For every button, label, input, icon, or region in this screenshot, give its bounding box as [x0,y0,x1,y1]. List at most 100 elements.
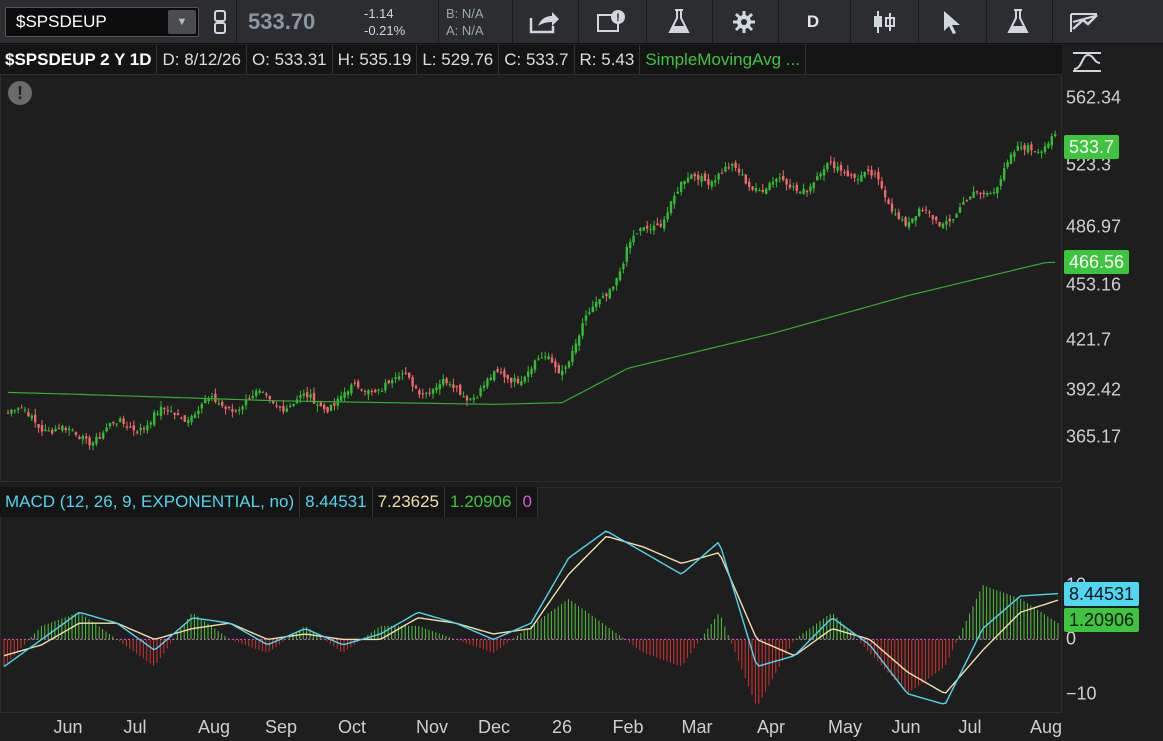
candle-body [197,410,200,415]
candle-body [64,427,67,431]
candle-body [391,380,394,384]
candle-body [309,394,312,398]
candle-body [472,397,475,400]
candle-body [928,212,931,214]
candle-body [649,229,652,231]
candle-body [1020,147,1023,149]
candle-body [625,246,628,262]
candle-body [567,361,571,368]
candle-body [523,376,526,382]
candle-body [204,399,207,404]
candle-body [1016,146,1019,151]
time-axis-label: Feb [612,717,644,737]
candle-body [411,377,414,387]
candle-body [564,367,567,369]
candle-body [438,384,441,390]
time-axis-label: Apr [756,717,786,737]
candle-body [856,179,860,181]
candle-body [149,422,152,425]
candle-body [95,436,98,444]
candle-body [1047,143,1050,148]
candle-body [10,409,13,414]
candle-body [652,225,656,231]
candle-body [992,192,996,194]
candle-body [584,315,588,321]
candle-body [782,176,785,181]
candle-body [904,217,907,226]
candle-body [425,392,428,394]
time-axis-label: Aug [197,717,231,737]
candle-body [948,218,951,222]
candle-body [187,420,190,424]
candle-body [105,427,108,432]
candle-body [23,409,27,411]
candle-body [703,173,707,181]
candle-body [822,169,826,176]
candle-body [503,370,506,378]
candle-body [57,427,61,430]
time-axis-label: Sep [264,717,298,737]
candle-body [714,180,717,183]
candle-body [1040,151,1043,153]
candle-body [771,181,775,185]
candle-body [843,171,846,173]
candle-body [935,216,938,221]
candle-body [115,423,118,425]
candle-body [163,408,166,410]
candle-body [561,370,564,376]
macd-value-line [3,530,1059,705]
time-axis-label: Aug [1029,717,1063,737]
candle-body [370,391,373,393]
candle-body [972,191,975,198]
candle-body [710,181,713,187]
candle-body [214,393,217,403]
candle-body [476,397,479,399]
candle-body [445,378,448,384]
candle-body [88,437,91,446]
time-axis-label: May [827,717,863,737]
candle-body [601,296,605,298]
candle-body [727,167,730,169]
candle-body [836,166,839,171]
candle-body [527,371,530,377]
candle-body [363,391,367,393]
candle-body [102,432,105,439]
candle-body [635,233,639,235]
candle-body [1054,134,1057,137]
candle-body [265,393,268,396]
candle-body [996,186,999,194]
candle-body [312,393,316,404]
candle-body [27,412,30,417]
candle-body [1030,144,1033,151]
candle-body [901,219,904,221]
candle-body [765,188,768,194]
sma-price-tag: 466.56 [1064,250,1130,275]
candle-body [275,405,278,407]
candle-body [176,413,180,416]
candle-body [578,335,581,346]
candle-body [646,225,649,229]
candle-body [448,384,452,386]
candle-body [982,192,985,195]
price-tick-label: 365.17 [1066,426,1122,447]
candle-body [965,200,968,202]
candle-body [146,425,149,431]
candle-body [6,412,10,414]
time-axis-label: 26 [551,717,573,737]
candle-body [554,361,557,368]
time-axis-label: Dec [477,717,511,737]
candle-body [353,382,356,384]
macd-avg-line [3,536,1059,694]
candle-body [537,358,540,360]
candle-body [200,404,203,409]
candle-body [778,177,781,179]
candle-body [340,395,343,401]
candle-body [850,174,853,176]
candle-body [170,410,173,412]
candle-body [394,377,397,379]
candle-body [890,203,894,212]
candle-body [1003,168,1006,180]
candle-body [40,425,44,432]
candle-body [384,382,387,391]
candle-body [510,377,513,383]
